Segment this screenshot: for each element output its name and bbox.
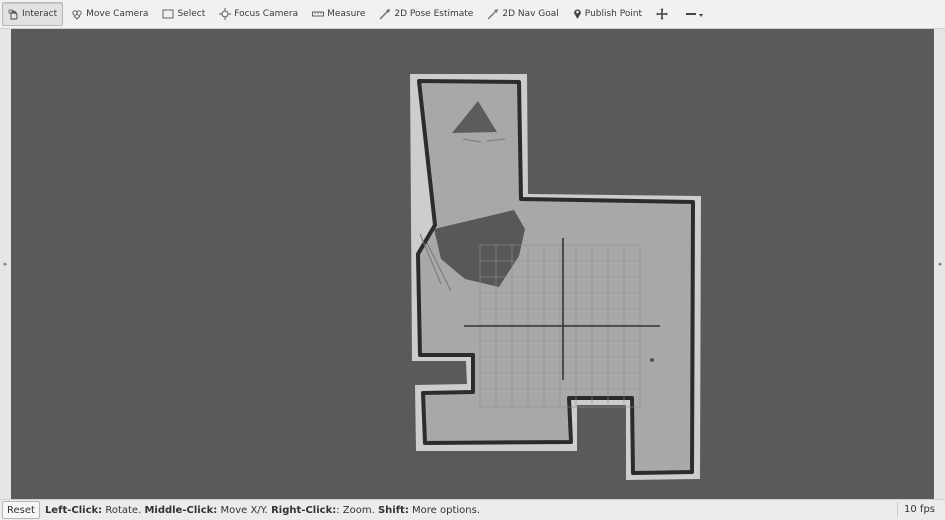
hand-icon — [8, 9, 18, 19]
left-panel-collapse-handle[interactable]: ▸ — [0, 29, 11, 499]
3d-viewport[interactable] — [11, 29, 934, 499]
pose-estimate-tool-label: 2D Pose Estimate — [394, 9, 474, 19]
move-camera-tool-label: Move Camera — [86, 9, 149, 19]
ruler-icon — [312, 11, 325, 17]
focus-camera-tool-button[interactable]: Focus Camera — [213, 2, 304, 26]
add-tool-icon — [656, 8, 669, 20]
toolbar: Interact Move Camera Select Focus Camera… — [0, 0, 945, 29]
remove-tool-menu-button[interactable] — [679, 2, 714, 26]
nav-goal-tool-button[interactable]: 2D Nav Goal — [481, 2, 564, 26]
nav-goal-arrow-icon — [487, 9, 499, 20]
minus-dropdown-icon — [686, 13, 704, 17]
help-key-right-click: Right-Click: — [271, 504, 337, 516]
fps-counter: 10 fps — [897, 502, 941, 517]
select-tool-label: Select — [177, 9, 206, 19]
focus-camera-tool-label: Focus Camera — [234, 9, 299, 19]
help-key-left-click: Left-Click: — [44, 504, 103, 516]
reset-button[interactable]: Reset — [2, 501, 40, 519]
render-panel: ▸ ◂ — [0, 29, 945, 499]
measure-tool-label: Measure — [327, 9, 366, 19]
add-tool-button[interactable] — [650, 2, 677, 26]
map-marker-dot — [650, 358, 654, 362]
mouse-help-text: Left-Click: Rotate. Middle-Click: Move X… — [45, 505, 480, 516]
collapse-left-arrow-icon: ▸ — [3, 260, 8, 268]
select-tool-button[interactable]: Select — [156, 2, 211, 26]
help-desc-shift: More options. — [408, 504, 481, 516]
help-desc-middle-click: Move X/Y. — [217, 504, 272, 516]
help-desc-left-click: Rotate. — [102, 504, 145, 516]
help-key-shift: Shift: — [377, 504, 409, 516]
pose-arrow-icon — [379, 9, 391, 20]
publish-point-tool-label: Publish Point — [584, 9, 643, 19]
measure-tool-button[interactable]: Measure — [306, 2, 371, 26]
interact-tool-button[interactable]: Interact — [2, 2, 64, 26]
help-key-middle-click: Middle-Click: — [144, 504, 218, 516]
move-camera-icon — [72, 9, 82, 20]
nav-goal-tool-label: 2D Nav Goal — [502, 9, 559, 19]
focus-camera-icon — [219, 8, 232, 20]
select-rectangle-icon — [163, 9, 174, 19]
map-pin-icon — [573, 9, 581, 19]
occupancy-grid-map — [410, 74, 701, 480]
help-desc-right-click: : Zoom. — [336, 504, 378, 516]
right-panel-collapse-handle[interactable]: ◂ — [934, 29, 945, 499]
collapse-right-arrow-icon: ◂ — [937, 260, 942, 268]
move-camera-tool-button[interactable]: Move Camera — [65, 2, 154, 26]
status-bar: Reset Left-Click: Rotate. Middle-Click: … — [0, 499, 945, 520]
pose-estimate-tool-button[interactable]: 2D Pose Estimate — [373, 2, 479, 26]
publish-point-tool-button[interactable]: Publish Point — [567, 2, 648, 26]
interact-tool-label: Interact — [22, 9, 58, 19]
